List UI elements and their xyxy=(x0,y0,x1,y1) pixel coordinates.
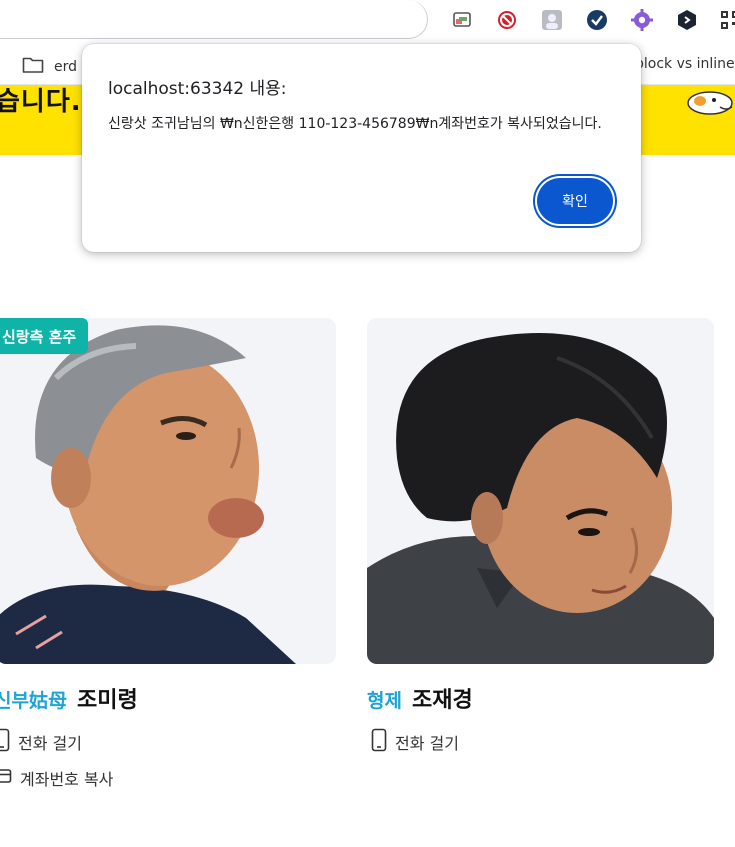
bookmark-folder-erd[interactable]: erd xyxy=(22,56,77,78)
dialog-title: localhost:63342 내용: xyxy=(108,79,287,99)
copy-account-label: 계좌번호 복사 xyxy=(20,770,114,789)
gear-extension-icon[interactable] xyxy=(631,9,653,31)
alert-dialog: localhost:63342 내용: 신랑삿 조귀남님의 ₩n신한은행 110… xyxy=(82,44,641,252)
phone-icon xyxy=(0,728,10,756)
bookmark-block-vs-inline[interactable]: block vs inline xyxy=(635,56,735,72)
card-2-name-row: 형제 조재경 xyxy=(367,682,473,714)
check-extension-icon[interactable] xyxy=(586,9,608,31)
card-1-name-row: 신부姑母 조미령 xyxy=(0,682,138,714)
dialog-ok-button[interactable]: 확인 xyxy=(537,178,613,224)
call-button-2[interactable]: 전화 걸기 xyxy=(371,728,459,756)
banner-text: 습니다. xyxy=(0,87,82,117)
call-button-1[interactable]: 전화 걸기 xyxy=(0,728,82,756)
address-bar[interactable] xyxy=(0,0,428,39)
qr-icon[interactable] xyxy=(719,9,735,31)
bookmark-label: erd xyxy=(54,59,78,75)
cast-icon[interactable] xyxy=(451,9,473,31)
browser-toolbar xyxy=(0,0,735,44)
relation-label: 형제 xyxy=(367,690,402,712)
character-illustration xyxy=(684,87,735,121)
blocker-icon[interactable] xyxy=(496,9,518,31)
code-extension-icon[interactable] xyxy=(676,9,698,31)
card-icon xyxy=(0,768,12,788)
profile-photo-2 xyxy=(367,318,714,664)
call-label: 전화 걸기 xyxy=(395,734,459,753)
groom-side-badge: 신랑측 혼주 xyxy=(0,318,89,354)
call-label: 전화 걸기 xyxy=(18,734,82,753)
relation-label: 신부姑母 xyxy=(0,690,67,712)
folder-icon xyxy=(22,56,44,78)
dialog-message: 신랑삿 조귀남님의 ₩n신한은행 110-123-456789₩n계좌번호가 복… xyxy=(108,116,602,132)
copy-account-button[interactable]: 계좌번호 복사 xyxy=(0,766,113,790)
person-name: 조재경 xyxy=(411,688,473,713)
phone-icon xyxy=(371,728,387,756)
profile-photo-1 xyxy=(0,318,336,664)
profile-extension-icon[interactable] xyxy=(541,9,563,31)
person-name: 조미령 xyxy=(76,688,138,713)
